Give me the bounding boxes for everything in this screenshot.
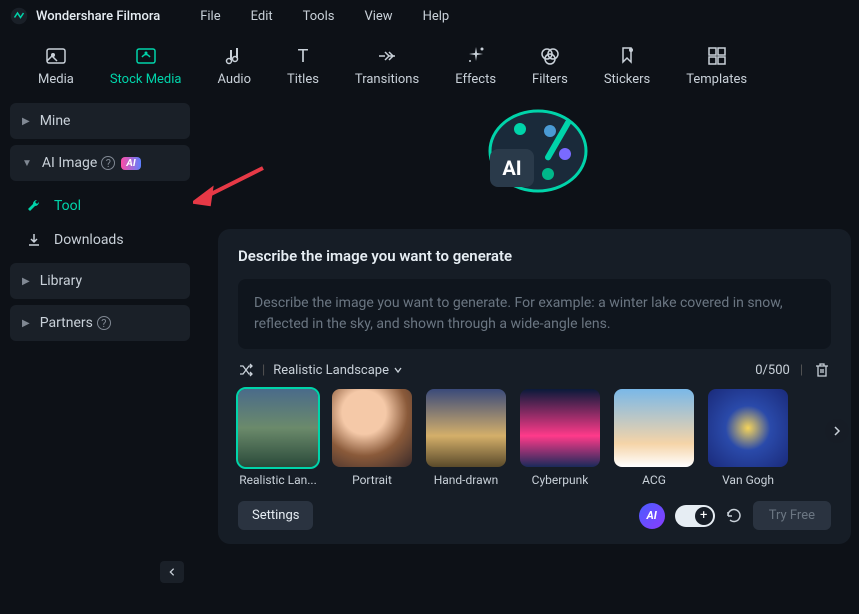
style-thumb-image: [520, 389, 600, 467]
style-thumb-label: Portrait: [352, 473, 392, 487]
stock-media-icon: [134, 44, 158, 68]
ai-badge: AI: [121, 157, 140, 170]
tab-titles[interactable]: T Titles: [269, 44, 337, 87]
sidebar-subitem-tool[interactable]: Tool: [10, 189, 190, 223]
tab-stock-media[interactable]: Stock Media: [92, 44, 200, 87]
sidebar-subitem-downloads[interactable]: Downloads: [10, 223, 190, 257]
trash-icon[interactable]: [813, 361, 831, 379]
tab-stickers[interactable]: Stickers: [586, 44, 668, 87]
style-thumb[interactable]: Portrait: [332, 389, 412, 487]
palette-graphic-icon: AI: [460, 99, 600, 219]
top-tabs: Media Stock Media Audio T Titles Transit…: [0, 32, 859, 95]
templates-icon: [705, 44, 729, 68]
chevron-down-icon: [393, 365, 403, 375]
style-thumb-image: [238, 389, 318, 467]
style-thumb[interactable]: ACG: [614, 389, 694, 487]
content-area: AI Describe the image you want to genera…: [200, 95, 859, 597]
app-title: Wondershare Filmora: [36, 9, 160, 24]
tab-templates[interactable]: Templates: [668, 44, 765, 87]
svg-text:AI: AI: [502, 156, 521, 180]
effects-icon: [464, 44, 488, 68]
transitions-icon: [375, 44, 399, 68]
menu-help[interactable]: Help: [423, 9, 450, 24]
collapse-sidebar-button[interactable]: [160, 561, 184, 583]
tab-filters[interactable]: Filters: [514, 44, 586, 87]
sidebar-item-partners[interactable]: ▶ Partners ?: [10, 305, 190, 341]
chevron-left-icon: [167, 567, 177, 577]
ai-chip-icon: AI: [639, 503, 665, 529]
divider: |: [800, 363, 803, 378]
chevron-right-icon: ▶: [22, 116, 30, 127]
download-icon: [26, 232, 42, 248]
style-dropdown[interactable]: Realistic Landscape: [273, 363, 403, 378]
app-logo-icon: [10, 7, 28, 25]
chevron-right-icon: ▶: [22, 276, 30, 287]
enhance-toggle[interactable]: [675, 505, 715, 527]
tab-transitions[interactable]: Transitions: [337, 44, 437, 87]
menu-file[interactable]: File: [200, 9, 220, 24]
style-thumb[interactable]: Realistic Lan...: [238, 389, 318, 487]
settings-button[interactable]: Settings: [238, 501, 313, 530]
help-icon[interactable]: ?: [97, 316, 111, 330]
style-thumb-image: [332, 389, 412, 467]
chevron-right-icon: [831, 425, 843, 437]
style-thumb-label: Cyberpunk: [532, 473, 589, 487]
titles-icon: T: [291, 44, 315, 68]
style-thumb[interactable]: Van Gogh: [708, 389, 788, 487]
style-thumb[interactable]: Cyberpunk: [520, 389, 600, 487]
menu-edit[interactable]: Edit: [251, 9, 273, 24]
refresh-icon[interactable]: [725, 507, 743, 525]
shuffle-icon[interactable]: [238, 362, 254, 378]
help-icon[interactable]: ?: [101, 156, 115, 170]
filters-icon: [538, 44, 562, 68]
tab-audio[interactable]: Audio: [200, 44, 269, 87]
ai-generate-panel: Describe the image you want to generate …: [218, 229, 851, 544]
panel-title: Describe the image you want to generate: [238, 247, 831, 265]
wrench-icon: [26, 198, 42, 214]
menu-view[interactable]: View: [364, 9, 392, 24]
style-thumb-label: Van Gogh: [722, 473, 774, 487]
chevron-right-icon: ▶: [22, 318, 30, 329]
svg-text:T: T: [298, 46, 309, 67]
audio-icon: [222, 44, 246, 68]
thumbs-next-button[interactable]: [825, 419, 849, 443]
prompt-input[interactable]: Describe the image you want to generate.…: [238, 279, 831, 349]
style-thumb[interactable]: Hand-drawn: [426, 389, 506, 487]
style-thumb-label: Hand-drawn: [434, 473, 499, 487]
tab-effects[interactable]: Effects: [437, 44, 514, 87]
style-thumbnails: Realistic Lan... Portrait Hand-drawn Cyberp…: [238, 389, 831, 487]
style-thumb-image: [708, 389, 788, 467]
sidebar: ▶ Mine ▼ AI Image ? AI Tool Downloads: [0, 95, 200, 597]
style-thumb-label: Realistic Lan...: [239, 473, 317, 487]
sidebar-item-mine[interactable]: ▶ Mine: [10, 103, 190, 139]
titlebar: Wondershare Filmora File Edit Tools View…: [0, 0, 859, 32]
style-thumb-image: [426, 389, 506, 467]
menu-tools[interactable]: Tools: [303, 9, 335, 24]
sidebar-item-ai-image[interactable]: ▼ AI Image ? AI: [10, 145, 190, 181]
try-free-button[interactable]: Try Free: [753, 501, 831, 530]
menu-bar: File Edit Tools View Help: [200, 9, 449, 24]
stickers-icon: [615, 44, 639, 68]
chevron-down-icon: ▼: [22, 158, 32, 169]
tab-media[interactable]: Media: [20, 44, 92, 87]
hero: AI: [200, 95, 859, 219]
sidebar-item-library[interactable]: ▶ Library: [10, 263, 190, 299]
media-icon: [44, 44, 68, 68]
divider: |: [262, 363, 265, 378]
char-counter: 0/500: [755, 363, 790, 378]
style-thumb-image: [614, 389, 694, 467]
style-thumb-label: ACG: [642, 473, 666, 487]
